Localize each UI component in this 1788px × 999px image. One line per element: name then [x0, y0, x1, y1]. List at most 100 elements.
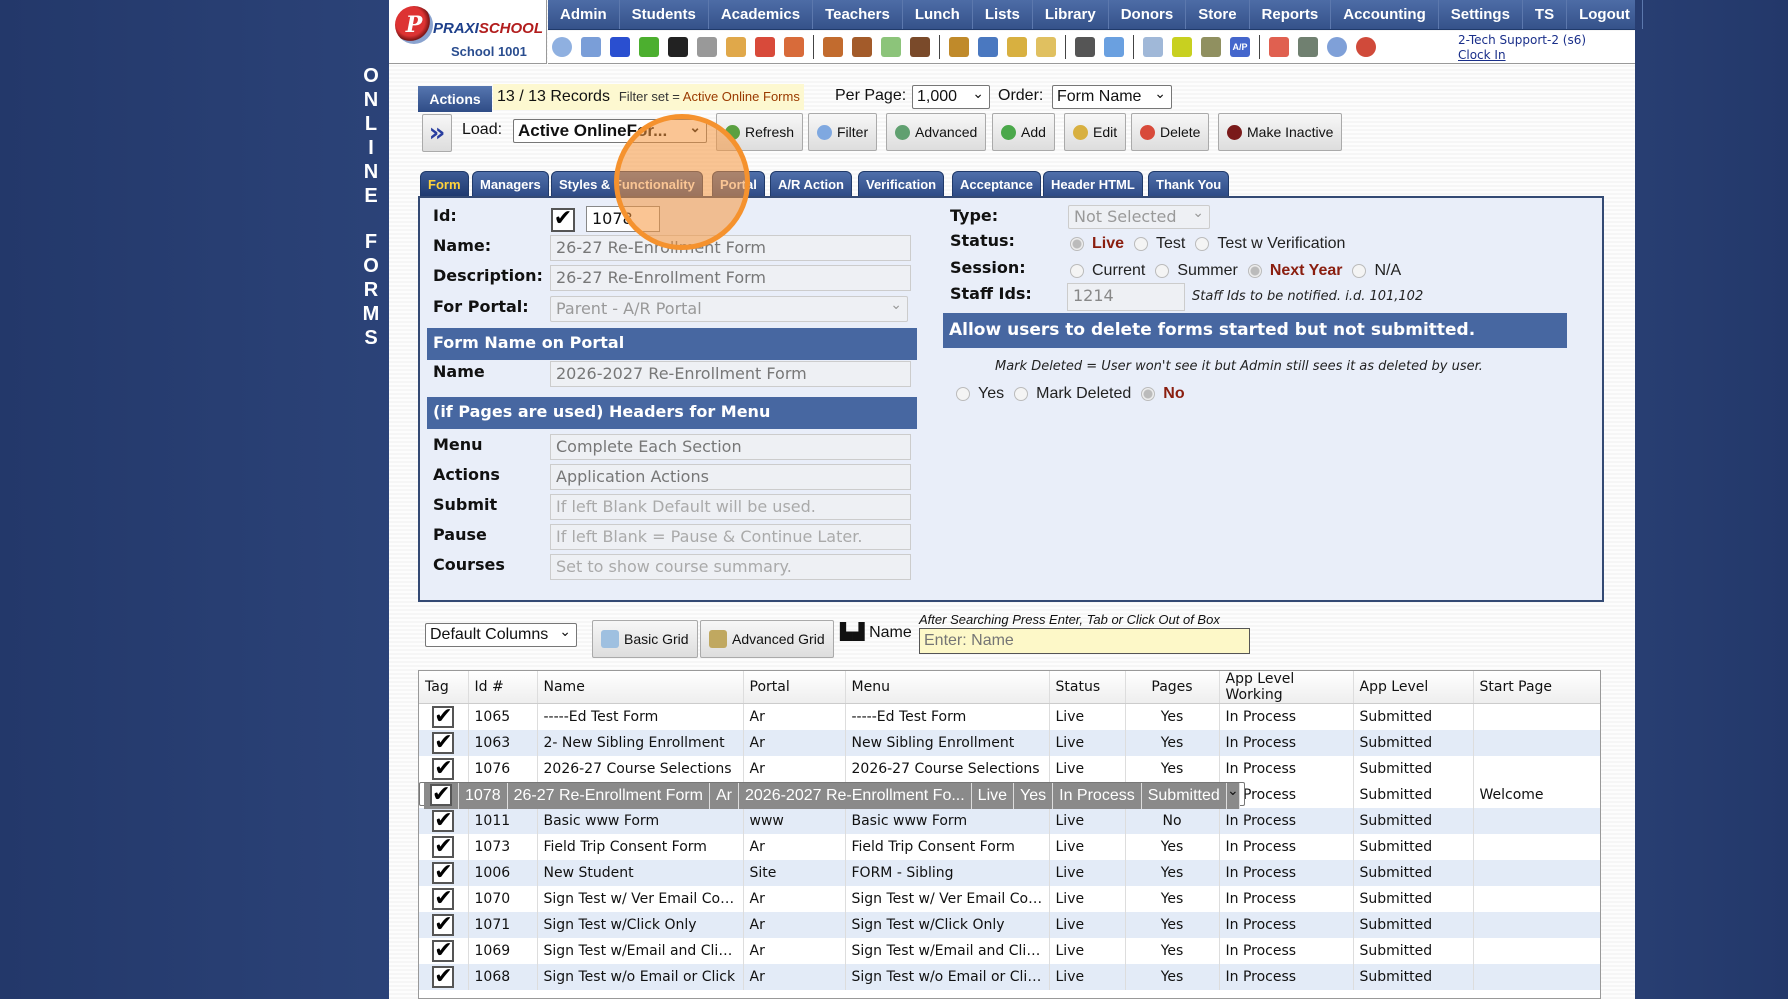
book-icon[interactable]: [978, 37, 998, 57]
radio-option-mark-deleted[interactable]: Mark Deleted: [1004, 385, 1131, 402]
parents-icon[interactable]: [910, 37, 930, 57]
radio-option-next-year[interactable]: Next Year: [1238, 262, 1342, 279]
radio-button[interactable]: [1070, 263, 1084, 278]
tag-checkbox[interactable]: ✔: [430, 784, 452, 807]
nav-teachers[interactable]: Teachers: [813, 0, 903, 29]
add-person-icon[interactable]: [823, 37, 843, 57]
per-page-select[interactable]: 1,000: [912, 82, 990, 109]
nav-students[interactable]: Students: [620, 0, 709, 29]
column-header-tag[interactable]: Tag: [419, 671, 469, 704]
column-header-app-level[interactable]: App Level: [1353, 671, 1474, 704]
note-icon[interactable]: [1036, 37, 1056, 57]
radio-button[interactable]: [1247, 263, 1262, 278]
tab-thank-you[interactable]: Thank You: [1148, 171, 1230, 197]
menu-field[interactable]: Complete Each Section: [550, 434, 911, 460]
column-header-name[interactable]: Name: [537, 671, 744, 704]
clock-in-link[interactable]: Clock In: [1458, 48, 1586, 63]
radio-button[interactable]: [1155, 263, 1170, 278]
radio-option-summer[interactable]: Summer: [1145, 262, 1238, 279]
for-portal-select[interactable]: Parent - A/R Portal: [550, 296, 908, 322]
table-row[interactable]: ✔ 1006 New Student Site FORM - Sibling Live Ye…: [419, 859, 1600, 886]
radio-button[interactable]: [956, 386, 970, 401]
tab-a-r-action[interactable]: A/R Action: [770, 171, 852, 197]
tag-checkbox[interactable]: ✔: [432, 705, 455, 728]
column-header-start-page[interactable]: Start Page: [1473, 671, 1600, 704]
edit-button[interactable]: Edit: [1064, 113, 1127, 151]
name-field[interactable]: 26-27 Re-Enrollment Form: [550, 235, 911, 261]
speaker-icon[interactable]: [697, 37, 717, 57]
type-select[interactable]: Not Selected: [1068, 205, 1210, 229]
basic-grid-button[interactable]: Basic Grid: [592, 620, 698, 658]
tab-form[interactable]: Form: [420, 171, 469, 197]
add-button[interactable]: Add: [992, 113, 1055, 151]
logo[interactable]: P PRAXISCHOOL School 1001: [389, 0, 547, 64]
spreadsheet-icon[interactable]: [1143, 37, 1163, 57]
tag-checkbox[interactable]: ✔: [432, 835, 455, 858]
portal-name-field[interactable]: 2026-2027 Re-Enrollment Form: [550, 361, 911, 387]
actions-button[interactable]: Actions: [418, 86, 492, 112]
tag-checkbox[interactable]: ✔: [432, 861, 455, 884]
printer-icon[interactable]: [1201, 37, 1221, 57]
tag-checkbox[interactable]: ✔: [432, 809, 455, 832]
submit-field[interactable]: If left Blank Default will be used.: [550, 494, 911, 520]
delete-button[interactable]: Delete: [1131, 113, 1210, 151]
radio-button[interactable]: [1070, 236, 1084, 251]
columns-select[interactable]: Default Columns: [425, 620, 577, 647]
person-icon[interactable]: [852, 37, 872, 57]
tag-checkbox[interactable]: ✔: [432, 887, 455, 910]
advanced-button[interactable]: Advanced: [886, 113, 987, 151]
filter-button[interactable]: Filter: [808, 113, 878, 151]
column-header-app-level-working[interactable]: App Level Working: [1219, 671, 1354, 704]
description-field[interactable]: 26-27 Re-Enrollment Form: [550, 265, 911, 291]
nav-lunch[interactable]: Lunch: [903, 0, 973, 29]
lunch-icon[interactable]: [949, 37, 969, 57]
expand-button[interactable]: »: [422, 114, 452, 152]
mobile-phone-icon[interactable]: [668, 37, 688, 57]
radio-button[interactable]: [1014, 386, 1029, 401]
radio-button[interactable]: [1134, 236, 1149, 251]
clock-icon[interactable]: [1104, 37, 1124, 57]
schedule-icon[interactable]: [726, 37, 746, 57]
order-select[interactable]: Form Name: [1052, 82, 1172, 109]
table-row[interactable]: ✔ 1076 2026-27 Course Selections Ar 2026-27 …: [419, 755, 1600, 782]
help-icon[interactable]: [1327, 37, 1347, 57]
tab-managers[interactable]: Managers: [472, 171, 549, 197]
nav-ts[interactable]: TS: [1523, 0, 1568, 29]
tab-acceptance[interactable]: Acceptance: [952, 171, 1041, 197]
radio-option-live[interactable]: Live: [1060, 235, 1124, 252]
nav-admin[interactable]: Admin: [548, 0, 620, 29]
money-icon[interactable]: [881, 37, 901, 57]
radio-option-current[interactable]: Current: [1060, 262, 1145, 279]
radio-option-yes[interactable]: Yes: [946, 385, 1004, 402]
tag-checkbox[interactable]: ✔: [432, 757, 455, 780]
table-row[interactable]: ✔ 1071 Sign Test w/Click Only Ar Sign Test w…: [419, 911, 1600, 938]
nav-lists[interactable]: Lists: [973, 0, 1033, 29]
pdf-icon[interactable]: [1269, 37, 1289, 57]
search-icon[interactable]: [552, 37, 572, 57]
courses-field[interactable]: Set to show course summary.: [550, 554, 911, 580]
radio-button[interactable]: [1195, 236, 1210, 251]
nav-reports[interactable]: Reports: [1250, 0, 1332, 29]
tag-checkbox[interactable]: ✔: [432, 913, 455, 936]
column-header-id-[interactable]: Id #: [468, 671, 538, 704]
nav-library[interactable]: Library: [1033, 0, 1109, 29]
nav-academics[interactable]: Academics: [709, 0, 814, 29]
alert-icon[interactable]: [1356, 37, 1376, 57]
actions-field[interactable]: Application Actions: [550, 464, 911, 490]
nav-logout[interactable]: Logout: [1567, 0, 1643, 29]
tab-verification[interactable]: Verification: [858, 171, 945, 197]
teacher-icon[interactable]: [1075, 37, 1095, 57]
column-header-pages[interactable]: Pages: [1125, 671, 1220, 704]
table-row[interactable]: ✔ 1073 Field Trip Consent Form Ar Field Trip…: [419, 833, 1600, 860]
radio-option-n-a[interactable]: N/A: [1342, 262, 1401, 279]
chat-icon[interactable]: [639, 37, 659, 57]
bell-icon[interactable]: [1007, 37, 1027, 57]
calendar-grid-icon[interactable]: [581, 37, 601, 57]
table-row[interactable]: ✔ 1068 Sign Test w/o Email or Click Ar Sign …: [419, 963, 1600, 990]
staff-ids-field[interactable]: 1214: [1067, 283, 1185, 311]
table-row[interactable]: ✔ 1063 2- New Sibling Enrollment Ar New Sibl…: [419, 729, 1600, 756]
column-header-status[interactable]: Status: [1049, 671, 1126, 704]
radio-button[interactable]: [1141, 386, 1156, 401]
ap-icon[interactable]: A/P: [1230, 37, 1250, 57]
advanced-grid-button[interactable]: Advanced Grid: [700, 620, 834, 658]
